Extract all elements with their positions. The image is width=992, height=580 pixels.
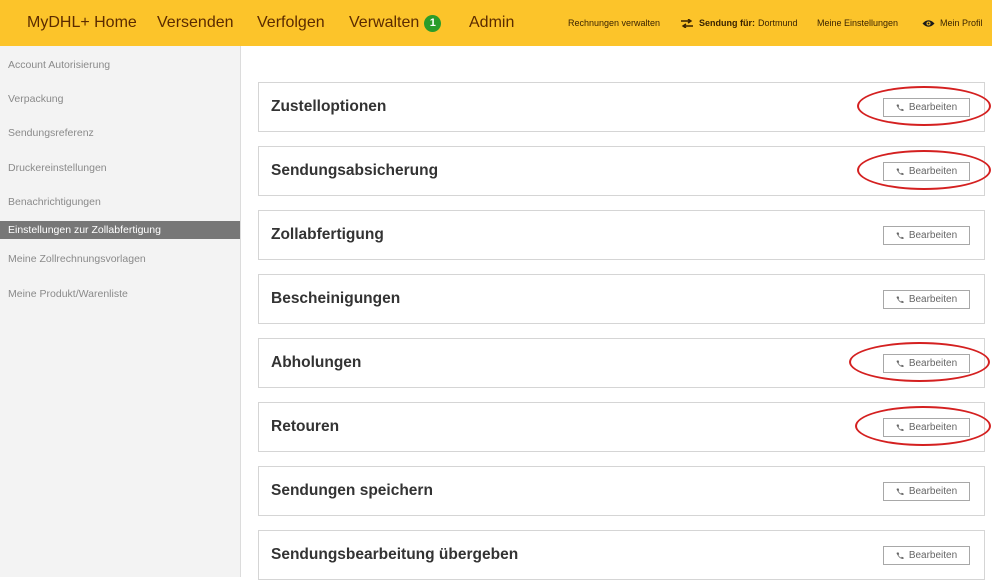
nav-home[interactable]: MyDHL+ Home [27, 0, 137, 46]
top-navigation: MyDHL+ Home Versenden Verfolgen Verwalte… [0, 0, 992, 46]
phone-icon [896, 104, 904, 112]
edit-button-label: Bearbeiten [908, 294, 958, 305]
edit-customs-clearance-button[interactable]: Bearbeiten [883, 226, 970, 245]
phone-icon [896, 168, 904, 176]
section-certificates: Bescheinigungen Bearbeiten [258, 274, 985, 324]
edit-shipment-insurance-button[interactable]: Bearbeiten [883, 162, 970, 181]
edit-button-label: Bearbeiten [908, 230, 958, 241]
shipment-for-label: Sendung für: [699, 18, 755, 28]
phone-icon [896, 232, 904, 240]
sidebar-item-notifications[interactable]: Benachrichtigungen [0, 193, 240, 211]
section-returns: Retouren Bearbeiten [258, 402, 985, 452]
sidebar-item-printer-settings[interactable]: Druckereinstellungen [0, 159, 240, 177]
shipment-for-selector[interactable]: Sendung für: Dortmund [680, 0, 798, 46]
my-settings-link[interactable]: Meine Einstellungen [817, 0, 898, 46]
edit-certificates-button[interactable]: Bearbeiten [883, 290, 970, 309]
section-title: Sendungsabsicherung [271, 162, 439, 179]
edit-returns-button[interactable]: Bearbeiten [883, 418, 970, 437]
sidebar-item-account-authorization[interactable]: Account Autorisierung [0, 56, 240, 74]
section-title: Abholungen [271, 354, 362, 371]
section-title: Retouren [271, 418, 340, 435]
edit-button-label: Bearbeiten [908, 550, 958, 561]
nav-manage-label: Verwalten [349, 14, 420, 31]
section-title: Zustelloptionen [271, 98, 387, 115]
section-title: Sendungsbearbeitung übergeben [271, 546, 519, 563]
section-customs-clearance: Zollabfertigung Bearbeiten [258, 210, 985, 260]
phone-icon [896, 424, 904, 432]
section-delivery-options: Zustelloptionen Bearbeiten [258, 82, 985, 132]
edit-save-shipments-button[interactable]: Bearbeiten [883, 482, 970, 501]
nav-admin[interactable]: Admin [469, 0, 514, 46]
phone-icon [896, 488, 904, 496]
nav-track[interactable]: Verfolgen [257, 0, 325, 46]
manage-invoices-link[interactable]: Rechnungen verwalten [568, 0, 660, 46]
phone-icon [896, 296, 904, 304]
section-title: Zollabfertigung [271, 226, 384, 243]
nav-manage[interactable]: Verwalten 1 [349, 0, 442, 46]
sidebar-item-product-list[interactable]: Meine Produkt/Warenliste [0, 285, 240, 303]
eye-icon [922, 19, 935, 28]
edit-delivery-options-button[interactable]: Bearbeiten [883, 98, 970, 117]
edit-button-label: Bearbeiten [908, 102, 958, 113]
settings-sidebar: Account Autorisierung Verpackung Sendung… [0, 46, 241, 577]
my-profile-label: Mein Profil [940, 18, 983, 28]
phone-icon [896, 360, 904, 368]
sidebar-item-packaging[interactable]: Verpackung [0, 90, 240, 108]
manage-count-badge: 1 [424, 14, 442, 32]
edit-pickups-button[interactable]: Bearbeiten [883, 354, 970, 373]
phone-icon [896, 552, 904, 560]
shipment-for-value: Dortmund [758, 18, 798, 28]
edit-button-label: Bearbeiten [908, 486, 958, 497]
sidebar-item-customs-invoice-templates[interactable]: Meine Zollrechnungsvorlagen [0, 250, 240, 268]
section-title: Bescheinigungen [271, 290, 401, 307]
section-shipment-insurance: Sendungsabsicherung Bearbeiten [258, 146, 985, 196]
sidebar-item-shipment-reference[interactable]: Sendungsreferenz [0, 124, 240, 142]
edit-handover-processing-button[interactable]: Bearbeiten [883, 546, 970, 565]
edit-button-label: Bearbeiten [908, 422, 958, 433]
my-profile-link[interactable]: Mein Profil [922, 0, 983, 46]
edit-button-label: Bearbeiten [908, 166, 958, 177]
section-title: Sendungen speichern [271, 482, 433, 499]
nav-ship[interactable]: Versenden [157, 0, 234, 46]
ship-route-icon [680, 18, 694, 28]
section-pickups: Abholungen Bearbeiten [258, 338, 985, 388]
section-save-shipments: Sendungen speichern Bearbeiten [258, 466, 985, 516]
section-handover-processing: Sendungsbearbeitung übergeben Bearbeiten [258, 530, 985, 580]
edit-button-label: Bearbeiten [908, 358, 958, 369]
sidebar-item-customs-settings[interactable]: Einstellungen zur Zollabfertigung [0, 221, 240, 239]
